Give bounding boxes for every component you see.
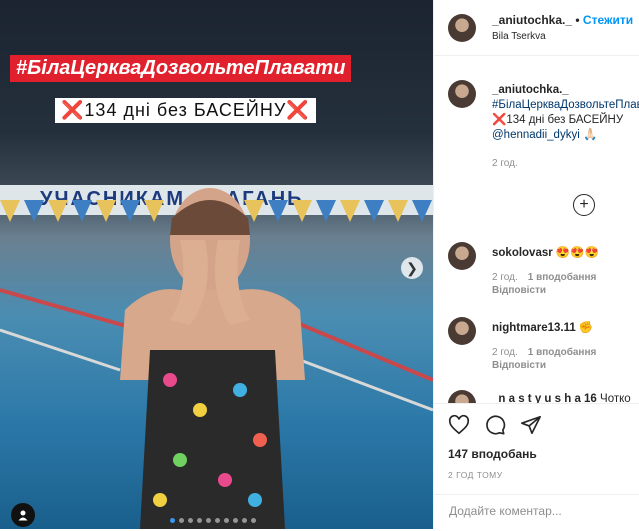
comment-username[interactable]: sokolovasr <box>492 247 553 259</box>
caption-text: _aniutochka._ #БілаЦеркваДозвольтеПлават… <box>492 83 639 143</box>
comment-likes[interactable]: 1 вподобання <box>528 347 597 358</box>
carousel-dot <box>251 518 256 523</box>
person-icon <box>18 510 28 521</box>
carousel-dot <box>215 518 220 523</box>
follow-button[interactable]: Стежити <box>583 13 633 27</box>
comment-likes[interactable]: 1 вподобання <box>528 272 597 283</box>
share-icon[interactable] <box>520 414 542 436</box>
comment-text: nightmare13.11 ✊ <box>492 320 593 334</box>
comment-icon[interactable] <box>484 414 506 436</box>
comment-meta: 2 год. 1 вподобання <box>492 347 596 358</box>
next-photo-button[interactable]: ❯ <box>401 257 423 279</box>
comment-item: _n a s t y u s h a 16 Чотко <box>434 390 639 403</box>
caption-time: 2 год. <box>492 158 518 169</box>
caption-hashtag[interactable]: #БілаЦеркваДозвольтеПлавати <box>492 98 639 113</box>
avatar[interactable] <box>448 242 476 270</box>
carousel-dot <box>188 518 193 523</box>
caption-line: ❌134 дні без БАСЕЙНУ <box>492 114 624 126</box>
carousel-dot <box>206 518 211 523</box>
caption-emoji: 🙏🏻 <box>579 129 598 141</box>
comment-time: 2 год. <box>492 272 518 283</box>
avatar[interactable] <box>448 317 476 345</box>
post-sidebar: _aniutochka._ • Стежити Bila Tserkva _an… <box>433 0 639 529</box>
post-photo[interactable]: УЧАСНИКАМ ЗМАГАНЬ #БілаЦеркваДозвольтеПл… <box>0 0 433 529</box>
comment-text: sokolovasr 😍😍😍 <box>492 245 599 259</box>
carousel-dot <box>170 518 175 523</box>
reply-button[interactable]: Відповісти <box>492 360 546 371</box>
action-icons <box>448 414 542 436</box>
carousel-dot <box>233 518 238 523</box>
days-text: 134 дні без БАСЕЙНУ <box>84 100 287 120</box>
avatar[interactable] <box>448 390 476 403</box>
carousel-dot <box>197 518 202 523</box>
header-user-line: _aniutochka._ • Стежити <box>492 13 633 27</box>
cross-mark-right: ❌ <box>286 100 310 120</box>
comment-username[interactable]: _n a s t y u s h a 16 <box>492 393 597 403</box>
post-age: 2 ГОД ТОМУ <box>448 470 503 480</box>
carousel-dots <box>170 518 256 523</box>
avatar[interactable] <box>448 14 476 42</box>
add-comment-bar <box>434 494 639 531</box>
hashtag-overlay: #БілаЦеркваДозвольтеПлавати <box>10 55 352 82</box>
header-username[interactable]: _aniutochka._ <box>492 13 572 27</box>
carousel-dot <box>242 518 247 523</box>
carousel-dot <box>179 518 184 523</box>
comment-text: _n a s t y u s h a 16 Чотко <box>492 393 631 403</box>
plus-icon: + <box>579 196 589 213</box>
tagged-users-button[interactable] <box>11 503 35 527</box>
caption-username[interactable]: _aniutochka._ <box>492 84 569 96</box>
reply-button[interactable]: Відповісти <box>492 285 546 296</box>
comment-body: Чотко <box>596 393 631 403</box>
header-separator: • <box>572 13 583 27</box>
chevron-right-icon: ❯ <box>406 259 418 276</box>
load-more-comments-button[interactable]: + <box>573 194 595 216</box>
location-link[interactable]: Bila Tserkva <box>492 31 546 42</box>
post-actions: 147 вподобань 2 ГОД ТОМУ <box>434 403 639 530</box>
days-overlay: ❌134 дні без БАСЕЙНУ❌ <box>55 98 316 123</box>
heart-icon[interactable] <box>448 414 470 436</box>
caption-mention[interactable]: @hennadii_dykyi <box>492 129 580 141</box>
carousel-dot <box>224 518 229 523</box>
comment-username[interactable]: nightmare13.11 <box>492 322 576 334</box>
swimmer-figure <box>0 188 433 529</box>
comment-time: 2 год. <box>492 347 518 358</box>
avatar[interactable] <box>448 80 476 108</box>
comment-body: 😍😍😍 <box>552 247 599 259</box>
cross-mark-left: ❌ <box>61 100 85 120</box>
post-header: _aniutochka._ • Стежити Bila Tserkva <box>434 0 639 56</box>
likes-count[interactable]: 147 вподобань <box>448 447 537 461</box>
comment-meta: 2 год. 1 вподобання <box>492 272 596 283</box>
comment-body: ✊ <box>575 322 594 334</box>
comment-input[interactable] <box>447 503 631 519</box>
